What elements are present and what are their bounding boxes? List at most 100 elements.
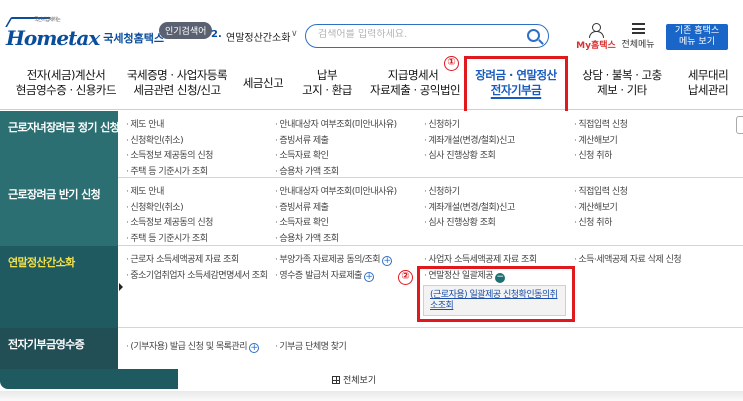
menu-link[interactable]: 직접입력 신청	[574, 118, 628, 134]
menu-link-expanded[interactable]: 연말정산 일괄제공−	[424, 269, 537, 285]
menu-column: 부양가족 자료제공 동의/조회+ 영수증 발급처 자료제출+	[275, 253, 392, 284]
menu-link[interactable]: 신청하기	[424, 185, 515, 201]
search-icon[interactable]	[527, 29, 540, 42]
menu-link[interactable]: 안내대상자 여부조회(미안내사유)	[275, 185, 397, 201]
menu-link-with-expand[interactable]: 영수증 발급처 자료제출+	[275, 269, 392, 285]
row-title[interactable]: 전자기부금영수증	[0, 328, 118, 369]
my-hometax-button[interactable]: My홈택스	[576, 23, 616, 51]
gnb-tax-filing[interactable]: 세금신고	[240, 76, 286, 91]
menu-link[interactable]: 소득·세액공제 자료 삭제 신청	[574, 253, 681, 269]
caret-right-icon	[119, 283, 123, 291]
all-menu-button[interactable]: 전체메뉴	[620, 23, 656, 50]
row-title-active[interactable]: 연말정산간소화	[0, 246, 118, 328]
menu-link[interactable]: 사업자 소득세액공제 자료 조회	[424, 253, 537, 269]
menu-link[interactable]: 제도 안내	[126, 118, 213, 134]
gnb-label-1: 상담 · 불복 · 고충	[582, 68, 662, 82]
search-box	[305, 24, 549, 48]
menu-link[interactable]: 제도 안내	[126, 185, 213, 201]
menu-row-yearend-simplified: 연말정산간소화 근로자 소득세액공제 자료 조회 중소기업취업자 소득세감면명세…	[0, 246, 743, 328]
menu-link[interactable]: 신청확인(취소)	[126, 201, 213, 217]
menu-link[interactable]: 기부금 단체명 찾기	[275, 340, 346, 356]
menu-link-label: 부양가족 자료제공 동의/조회	[279, 255, 380, 265]
gnb-label-2: 현금영수증 · 신용카드	[15, 83, 117, 97]
menu-link[interactable]: 계좌개설(변경/철회)신고	[424, 134, 515, 150]
gnb-incentive-yearend[interactable]: 장려금 · 연말정산 전자기부금	[470, 68, 562, 98]
chevron-down-icon[interactable]: ∨	[291, 29, 298, 39]
row-title[interactable]: 근로장려금 반기 신청	[0, 178, 118, 246]
gnb-label-1: 세금신고	[242, 76, 284, 90]
view-all-button[interactable]: 전체보기	[332, 373, 376, 386]
menu-link[interactable]: 소득정보 제공동의 신청	[126, 149, 213, 165]
menu-column: 안내대상자 여부조회(미안내사유) 증빙서류 제출 소득자료 확인 승용차 가액…	[275, 185, 397, 247]
menu-link[interactable]: 주택 등 기준시가 조회	[126, 232, 213, 248]
menu-link[interactable]: 중소기업취업자 소득세감면명세서 조회	[126, 269, 267, 285]
old-hometax-menu-button[interactable]: 기존 홈택스 메뉴 보기	[666, 24, 728, 50]
logo-text: Hometax	[6, 26, 100, 50]
menu-link[interactable]: 신청확인(취소)	[126, 134, 213, 150]
minus-icon[interactable]: −	[494, 272, 505, 283]
gnb-consultation[interactable]: 상담 · 불복 · 고충 제보 · 기타	[574, 68, 670, 98]
gnb-label-2: 세금관련 신청/신고	[133, 83, 221, 97]
menu-link[interactable]: 신청 취하	[574, 216, 627, 232]
all-menu-label: 전체메뉴	[621, 40, 655, 50]
menu-link[interactable]: 증빙서류 제출	[275, 134, 397, 150]
sub-menu-box: (근로자용) 일괄제공 신청확인동의취소조회	[423, 285, 566, 316]
menu-column: 제도 안내 신청확인(취소) 소득정보 제공동의 신청 주택 등 기준시가 조회	[126, 185, 213, 247]
hometax-logo[interactable]: 국민이 납세하는 Hometax 국세청홈택스	[5, 17, 164, 50]
row-content: (기부자용) 발급 신청 및 목록관리+ 기부금 단체명 찾기	[118, 328, 743, 369]
menu-link[interactable]: 소득자료 확인	[275, 149, 397, 165]
menu-column: 직접입력 신청 계산해보기 신청 취하	[574, 185, 628, 232]
menu-link[interactable]: 계좌개설(변경/철회)신고	[424, 201, 515, 217]
plus-icon[interactable]: +	[382, 256, 392, 266]
person-icon	[588, 23, 604, 38]
menu-link[interactable]: 근로자 소득세액공제 자료 조회	[126, 253, 267, 269]
row-title[interactable]: 근로자녀장려금 정기 신청	[0, 111, 120, 178]
view-all-label: 전체보기	[343, 376, 377, 386]
gnb-label-1: 장려금 · 연말정산	[475, 68, 557, 82]
menu-link[interactable]: 계산해보기	[574, 201, 627, 217]
menu-link[interactable]: 승용차 가액 조회	[275, 232, 397, 248]
menu-column: 안내대상자 여부조회(미안내사유) 증빙서류 제출 소득자료 확인 승용차 가액…	[275, 118, 397, 180]
row-content: 제도 안내 신청확인(취소) 소득정보 제공동의 신청 주택 등 기준시가 조회…	[118, 178, 743, 246]
gnb-tax-agent[interactable]: 세무대리 납세관리	[680, 68, 736, 98]
gnb-label-2: 제보 · 기타	[597, 83, 647, 97]
gnb-label-2: 고지 · 환급	[302, 83, 352, 97]
menu-link-label: 연말정산 일괄제공	[428, 270, 493, 281]
menu-link-label: 영수증 발급처 자료제출	[279, 270, 362, 281]
menu-link[interactable]: 신청하기	[424, 118, 515, 134]
menu-link[interactable]: 증빙서류 제출	[275, 201, 397, 217]
gnb-label-1: 지급명세서	[387, 68, 439, 82]
menu-link[interactable]: 직접입력 신청	[574, 185, 628, 201]
plus-icon[interactable]: +	[248, 343, 259, 353]
annotation-marker-2: ②	[398, 270, 413, 285]
menu-link[interactable]: 심사 진행상황 조회	[424, 216, 515, 232]
menu-link[interactable]: 심사 진행상황 조회	[424, 149, 515, 165]
grid-icon	[332, 376, 340, 384]
menu-link[interactable]: 소득자료 확인	[275, 216, 397, 232]
gnb-payment-statement[interactable]: 지급명세서 자료제출 · 공익법인	[370, 68, 461, 98]
gnb-payment-refund[interactable]: 납부 고지 · 환급	[300, 68, 354, 98]
hamburger-icon	[631, 23, 645, 34]
menu-link-with-expand[interactable]: (기부자용) 발급 신청 및 목록관리+	[126, 340, 259, 356]
menu-column: 제도 안내 신청확인(취소) 소득정보 제공동의 신청 주택 등 기준시가 조회	[126, 118, 213, 180]
mega-menu: 근로자녀장려금 정기 신청 제도 안내 신청확인(취소) 소득정보 제공동의 신…	[0, 111, 743, 369]
menu-link[interactable]: 안내대상자 여부조회(미안내사유)	[275, 118, 397, 134]
gnb-etax-invoice[interactable]: 전자(세금)계산서 현금영수증 · 신용카드	[14, 68, 118, 98]
old-hometax-line2: 메뉴 보기	[679, 37, 715, 47]
plus-icon[interactable]: +	[363, 271, 374, 282]
sub-menu-link[interactable]: (근로자용) 일괄제공 신청확인동의취소조회	[430, 290, 558, 311]
gnb-certificate-registration[interactable]: 국세증명 · 사업자등록 세금관련 신청/신고	[124, 68, 230, 98]
menu-row-semiannual-incentive: 근로장려금 반기 신청 제도 안내 신청확인(취소) 소득정보 제공동의 신청 …	[0, 178, 743, 246]
menu-link[interactable]: 신청 취하	[574, 149, 627, 165]
menu-column: 근로자 소득세액공제 자료 조회 중소기업취업자 소득세감면명세서 조회	[126, 253, 267, 284]
menu-column: 소득·세액공제 자료 삭제 신청	[574, 253, 681, 269]
gnb-label-2: 자료제출 · 공익법인	[370, 83, 461, 97]
logo-tagline: 국민이 납세하는	[34, 17, 61, 23]
popular-keyword[interactable]: 연말정산간소화	[226, 29, 290, 44]
search-input[interactable]	[318, 29, 518, 40]
menu-link-with-expand[interactable]: 부양가족 자료제공 동의/조회+	[275, 253, 392, 269]
menu-column: 신청하기 계좌개설(변경/철회)신고 심사 진행상황 조회	[424, 185, 515, 232]
side-scroll-handle[interactable]	[736, 116, 743, 134]
menu-link[interactable]: 소득정보 제공동의 신청	[126, 216, 213, 232]
menu-link[interactable]: 계산해보기	[574, 134, 627, 150]
